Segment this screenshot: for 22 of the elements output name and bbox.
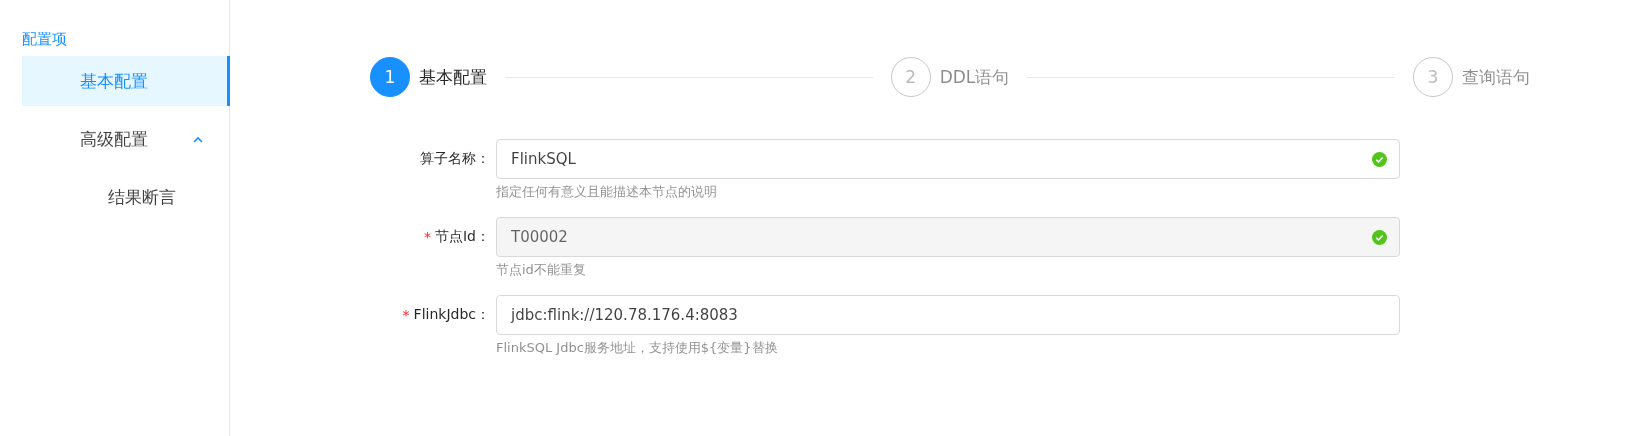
check-circle-icon xyxy=(1372,229,1387,245)
step-title: 基本配置 xyxy=(419,65,487,89)
sidebar-title: 配置项 xyxy=(22,29,68,50)
input-field[interactable]: jdbc:flink://120.78.176.4:8083 xyxy=(496,295,1400,335)
help-text: 指定任何有意义且能描述本节点的说明 xyxy=(496,183,718,201)
field-label: FlinkJdbc： xyxy=(413,306,490,324)
sidebar-item[interactable]: 结果断言 xyxy=(22,172,230,222)
help-text: 节点id不能重复 xyxy=(496,261,587,279)
help-text: FlinkSQL Jdbc服务地址，支持使用${变量}替换 xyxy=(496,339,779,357)
step-number: 2 xyxy=(890,57,931,97)
field-label: 算子名称： xyxy=(420,150,490,168)
input-field[interactable]: FlinkSQL xyxy=(496,139,1400,179)
step-title: DDL语句 xyxy=(939,65,1010,89)
field-label: 节点Id： xyxy=(435,228,490,246)
chevron-icon xyxy=(193,135,203,143)
required-mark: * xyxy=(424,229,431,245)
sidebar-item[interactable]: 高级配置 xyxy=(22,114,230,164)
required-mark: * xyxy=(402,307,410,323)
step-number: 3 xyxy=(1413,57,1453,97)
step-number: 1 xyxy=(370,57,410,97)
step-title: 查询语句 xyxy=(1462,65,1530,89)
check-circle-icon xyxy=(1372,151,1387,167)
